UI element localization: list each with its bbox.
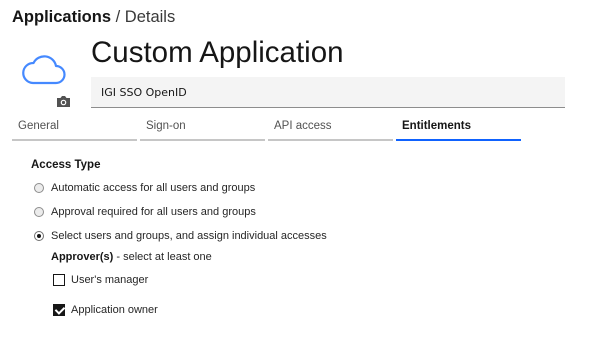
tab-api-access[interactable]: API access	[268, 114, 393, 141]
breadcrumb-current: Details	[124, 8, 176, 26]
breadcrumb: Applications / Details	[12, 8, 175, 27]
access-type-label: Access Type	[31, 159, 101, 171]
access-option-label: Automatic access for all users and group…	[51, 182, 256, 194]
application-description-field[interactable]	[91, 77, 565, 108]
breadcrumb-separator: /	[111, 8, 125, 26]
tab-general[interactable]: General	[12, 114, 137, 141]
radio-select-users[interactable]	[34, 231, 44, 241]
camera-icon[interactable]	[56, 95, 71, 108]
access-option-select-users[interactable]: Select users and groups, and assign indi…	[34, 228, 327, 244]
radio-approval[interactable]	[34, 207, 44, 217]
approvers-label: Approver(s) - select at least one	[51, 251, 212, 263]
approvers-title: Approver(s)	[51, 251, 114, 263]
approver-label: User's manager	[71, 274, 149, 286]
checkbox-application-owner[interactable]	[53, 304, 65, 316]
tab-entitlements[interactable]: Entitlements	[396, 114, 521, 141]
cloud-icon	[22, 55, 66, 85]
approvers-hint: - select at least one	[113, 251, 212, 263]
access-option-automatic[interactable]: Automatic access for all users and group…	[34, 180, 255, 196]
access-option-approval[interactable]: Approval required for all users and grou…	[34, 204, 256, 220]
tab-sign-on[interactable]: Sign-on	[140, 114, 265, 141]
approver-users-manager[interactable]: User's manager	[53, 272, 148, 288]
checkbox-users-manager[interactable]	[53, 274, 65, 286]
radio-automatic[interactable]	[34, 183, 44, 193]
access-option-label: Select users and groups, and assign indi…	[51, 230, 327, 242]
application-title: Custom Application	[91, 36, 344, 69]
approver-label: Application owner	[71, 304, 158, 316]
breadcrumb-applications-link[interactable]: Applications	[12, 8, 111, 26]
approver-application-owner[interactable]: Application owner	[53, 302, 158, 318]
access-option-label: Approval required for all users and grou…	[51, 206, 256, 218]
